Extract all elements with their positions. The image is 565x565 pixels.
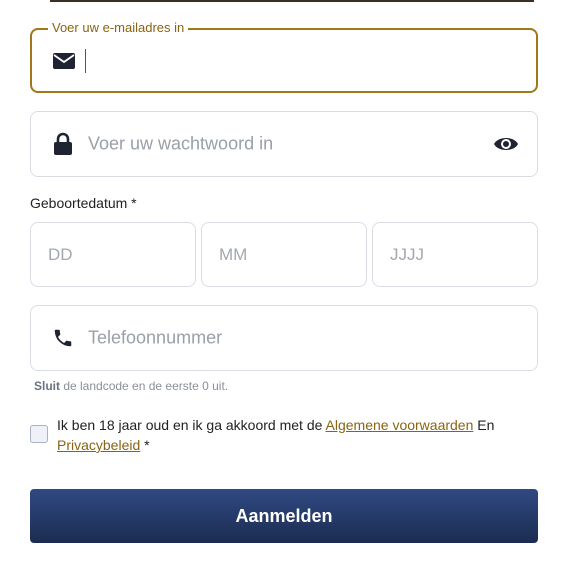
password-field[interactable]: Voer uw wachtwoord in xyxy=(30,111,538,177)
dob-label: Geboortedatum * xyxy=(30,195,137,211)
text-caret xyxy=(85,48,86,73)
envelope-icon xyxy=(52,49,76,73)
terms-checkbox[interactable] xyxy=(30,425,48,443)
dob-year-placeholder: JJJJ xyxy=(390,244,424,264)
phone-placeholder: Telefoonnummer xyxy=(88,327,223,348)
password-placeholder: Voer uw wachtwoord in xyxy=(88,133,274,154)
dob-year-input[interactable]: JJJJ xyxy=(372,222,538,287)
dob-day-input[interactable]: DD xyxy=(30,222,196,287)
terms-link[interactable]: Algemene voorwaarden xyxy=(326,417,474,433)
dob-day-placeholder: DD xyxy=(48,244,73,264)
phone-hint: Sluit de landcode en de eerste 0 uit. xyxy=(34,379,228,393)
terms-text-middle: En xyxy=(473,417,495,433)
phone-hint-text: de landcode en de eerste 0 uit. xyxy=(60,379,229,393)
email-field[interactable]: Voer uw e-mailadres in xyxy=(30,20,538,93)
email-label: Voer uw e-mailadres in xyxy=(48,20,189,35)
required-mark: * xyxy=(140,437,150,453)
phone-hint-bold: Sluit xyxy=(34,379,60,393)
phone-icon xyxy=(51,326,75,350)
top-image-edge xyxy=(50,0,534,2)
terms-text-before: Ik ben 18 jaar oud en ik ga akkoord met … xyxy=(57,417,326,433)
dob-month-input[interactable]: MM xyxy=(201,222,367,287)
phone-field[interactable]: Telefoonnummer xyxy=(30,305,538,371)
terms-text: Ik ben 18 jaar oud en ik ga akkoord met … xyxy=(57,415,517,455)
lock-icon xyxy=(51,132,75,156)
submit-button[interactable]: Aanmelden xyxy=(30,489,538,543)
dob-month-placeholder: MM xyxy=(219,244,248,264)
privacy-link[interactable]: Privacybeleid xyxy=(57,437,140,453)
eye-icon[interactable] xyxy=(493,134,519,154)
